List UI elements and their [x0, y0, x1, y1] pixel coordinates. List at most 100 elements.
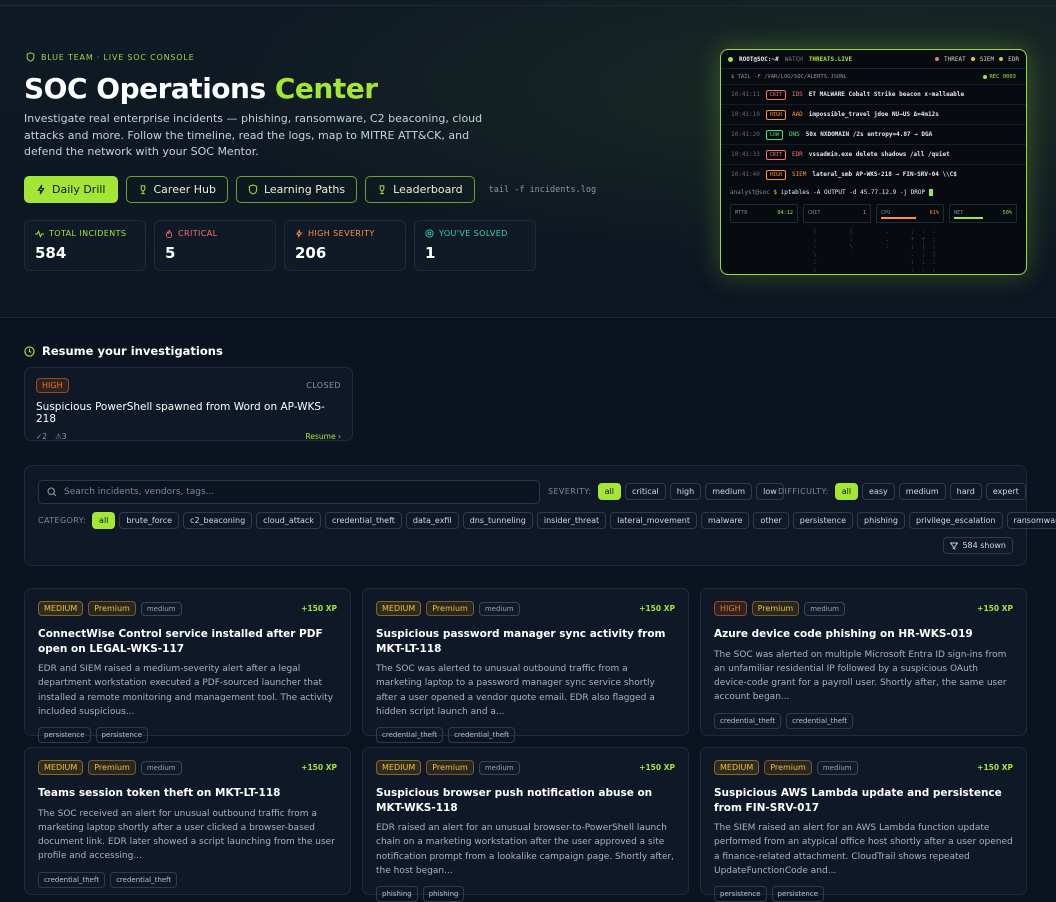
card-tag: phishing [376, 886, 418, 902]
incident-card[interactable]: MEDIUM Premium medium +150 XP ConnectWis… [24, 588, 351, 744]
learning-paths-label: Learning Paths [263, 183, 346, 196]
premium-badge: Premium [764, 760, 812, 775]
premium-badge: Premium [426, 760, 474, 775]
career-hub-label: Career Hub [153, 183, 216, 196]
log-row: 10:41:40 HIGH SIEM lateral_smb AP-WKS-21… [721, 164, 1026, 184]
trophy-icon [140, 185, 145, 195]
xp-reward: +150 XP [639, 763, 675, 772]
chip-ransomware[interactable]: ransomware [1006, 512, 1056, 529]
chip-all[interactable]: all [834, 483, 859, 500]
card-description: The SOC was alerted to unusual outbound … [376, 664, 655, 717]
bolt-icon [37, 184, 45, 195]
card-tag: credential_theft [110, 871, 178, 888]
chip-cloud-attack[interactable]: cloud_attack [256, 512, 321, 529]
severity-filter: SEVERITY: all critical high medium low [548, 483, 784, 500]
daily-drill-button[interactable]: Daily Drill [24, 176, 118, 203]
terminal-watch: WATCH [784, 55, 803, 63]
meter-value: 04:12 [777, 210, 793, 216]
card-tag: persistence [38, 727, 91, 744]
incident-card[interactable]: MEDIUM Premium medium +150 XP Suspicious… [362, 588, 689, 744]
trophy-icon [379, 185, 385, 195]
results-count-text: 584 shown [962, 541, 1006, 550]
chip-high[interactable]: high [669, 483, 702, 500]
severity-badge: HIGH [714, 601, 747, 616]
top-divider [0, 5, 1056, 6]
meter-label: NET [954, 210, 964, 216]
premium-badge: Premium [88, 601, 136, 616]
eyebrow-text: BLUE TEAM · LIVE SOC CONSOLE [41, 52, 195, 62]
log-message: ET MALWARE Cobalt Strike beacon x-mallea… [808, 91, 965, 98]
results-count: 584 shown [943, 537, 1013, 554]
shield-icon [248, 184, 258, 195]
incident-card[interactable]: MEDIUM Premium medium +150 XP Teams sess… [24, 747, 351, 895]
meter-label: CPU [881, 210, 891, 216]
chip-medium[interactable]: medium [705, 483, 753, 500]
log-severity: HIGH [765, 169, 786, 180]
log-row: 10:41:11 CRIT IDS ET MALWARE Cobalt Stri… [721, 84, 1026, 104]
career-hub-button[interactable]: Career Hub [125, 176, 228, 203]
hero-section: BLUE TEAM · LIVE SOC CONSOLE SOC Operati… [0, 0, 1056, 318]
severity-badge: MEDIUM [38, 760, 84, 775]
meter-fill [954, 217, 983, 219]
log-source: SIEM [791, 171, 807, 178]
difficulty-filter: DIFFICULTY: all easy medium hard expert [778, 483, 1026, 500]
card-title: ConnectWise Control service installed af… [38, 628, 323, 655]
premium-badge: Premium [88, 760, 136, 775]
chip-malware[interactable]: malware [701, 512, 750, 529]
chip-critical[interactable]: critical [624, 483, 666, 500]
meter-cpu: CPU 61% [876, 204, 944, 223]
incident-card[interactable]: MEDIUM Premium medium +150 XP Suspicious… [700, 747, 1027, 902]
chip-all[interactable]: all [597, 483, 621, 500]
xp-reward: +150 XP [301, 604, 337, 613]
chip-c2-beaconing[interactable]: c2_beaconing [183, 512, 253, 529]
chip-medium[interactable]: medium [898, 483, 946, 500]
log-source: DNS [788, 131, 800, 138]
log-row: 10:41:33 CRIT EDR vssadmin.exe delete sh… [721, 144, 1026, 164]
search-input[interactable]: Search incidents, vendors, tags... [38, 480, 540, 504]
resume-link[interactable]: Resume › [306, 432, 341, 441]
chip-data-exfil[interactable]: data_exfil [405, 512, 459, 529]
log-message: vssadmin.exe delete shadows /all /quiet [808, 151, 950, 158]
eyebrow: BLUE TEAM · LIVE SOC CONSOLE [26, 52, 195, 62]
stat-total-incidents: TOTAL INCIDENTS 584 [24, 220, 146, 271]
stat-value: 5 [165, 244, 176, 262]
chip-insider-threat[interactable]: insider_threat [536, 512, 607, 529]
incident-card[interactable]: HIGH Premium medium +150 XP Azure device… [700, 588, 1027, 736]
rec-indicator: REC 0003 [989, 73, 1017, 80]
chip-persistence[interactable]: persistence [792, 512, 854, 529]
meter-crit: CRIT 1 [803, 204, 871, 223]
log-row: 10:41:20 LOW DNS 50x NXDOMAIN /2s entrop… [721, 124, 1026, 144]
log-message: lateral_smb AP-WKS-218 → FIN-SRV-04 \\C$ [812, 171, 957, 178]
xp-reward: +150 XP [639, 604, 675, 613]
chip-lateral-movement[interactable]: lateral_movement [610, 512, 698, 529]
incident-card[interactable]: MEDIUM Premium medium +150 XP Suspicious… [362, 747, 689, 902]
chip-expert[interactable]: expert [985, 483, 1026, 500]
log-source: IDS [791, 91, 803, 98]
stat-value: 1 [425, 244, 436, 262]
stat-value: 584 [35, 244, 67, 262]
severity-badge: MEDIUM [376, 601, 422, 616]
resume-card[interactable]: HIGH CLOSED Suspicious PowerShell spawne… [24, 367, 353, 441]
learning-paths-button[interactable]: Learning Paths [235, 176, 358, 203]
card-title: Teams session token theft on MKT-LT-118 [38, 787, 281, 799]
chip-hard[interactable]: hard [949, 483, 982, 500]
log-time: 10:41:11 [731, 91, 760, 98]
chip-easy[interactable]: easy [862, 483, 895, 500]
legend-siem: SIEM [979, 55, 995, 63]
status-text: CLOSED [306, 381, 341, 390]
chip-brute-force[interactable]: brute_force [119, 512, 180, 529]
leaderboard-button[interactable]: Leaderboard [365, 176, 475, 203]
category-label: CATEGORY: [38, 516, 87, 525]
log-time: 10:41:33 [731, 151, 760, 158]
chip-phishing[interactable]: phishing [857, 512, 906, 529]
chip-dns-tunneling[interactable]: dns_tunneling [462, 512, 533, 529]
chip-credential-theft[interactable]: credential_theft [324, 512, 402, 529]
premium-badge: Premium [751, 601, 800, 616]
tail-path: $ TAIL -F /VAR/LOG/SOC/ALERTS.JSONL [731, 73, 847, 80]
log-message: 50x NXDOMAIN /2s entropy=4.87 → DGA [805, 131, 933, 138]
log-source: EDR [791, 151, 803, 158]
chip-all[interactable]: all [92, 512, 116, 529]
pulse-icon [35, 229, 44, 238]
chip-other[interactable]: other [753, 512, 789, 529]
chip-privilege-escalation[interactable]: privilege_escalation [909, 512, 1003, 529]
